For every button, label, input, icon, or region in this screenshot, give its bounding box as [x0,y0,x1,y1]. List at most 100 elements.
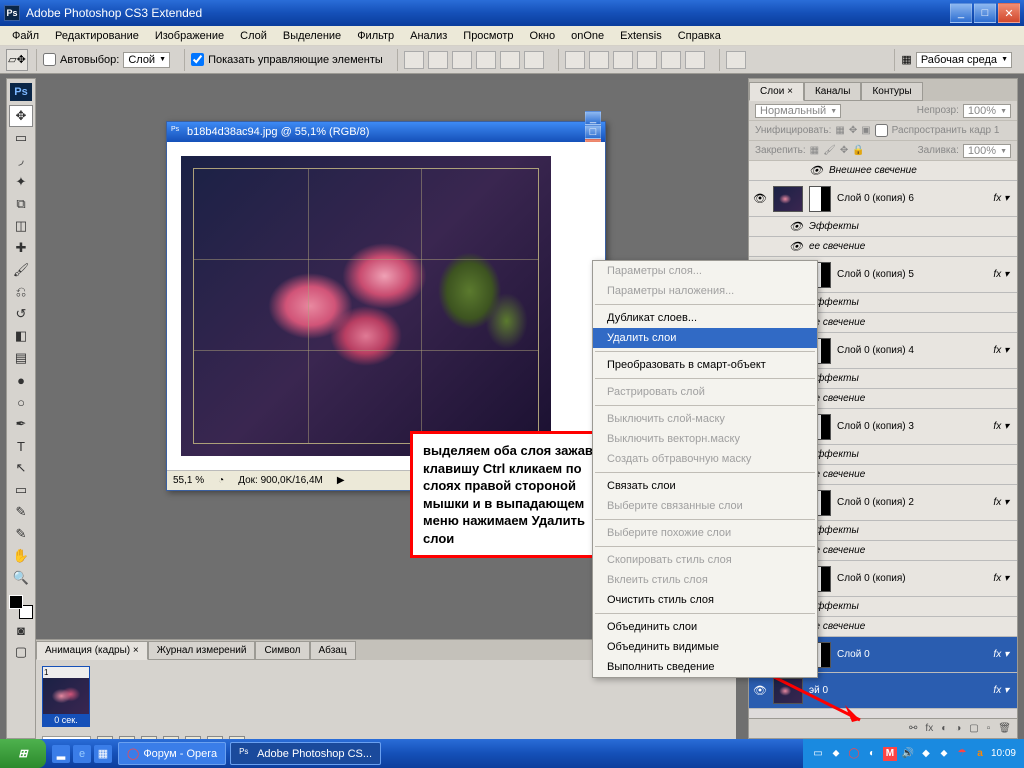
blend-mode[interactable]: Нормальный [755,104,841,118]
menu-Файл[interactable]: Файл [4,28,47,44]
adjustment-icon[interactable]: ◑ [955,723,961,734]
pen-tool[interactable]: ✒ [9,413,33,435]
history-brush-tool[interactable]: ↺ [9,303,33,325]
menu-Анализ[interactable]: Анализ [402,28,455,44]
screenmode-tool[interactable]: ▢ [9,641,33,663]
zoom-tool[interactable]: 🔍 [9,567,33,589]
tray-icon[interactable]: ⬥ [829,747,843,761]
fx-badge[interactable]: fx ▾ [993,685,1013,696]
lock-all-icon[interactable]: 🔒 [852,145,864,156]
tray-icon[interactable]: ⬥ [937,747,951,761]
align-btn[interactable] [524,51,544,69]
fx-badge[interactable]: fx ▾ [993,497,1013,508]
dist-btn[interactable] [661,51,681,69]
tray-icon[interactable]: ◆ [919,747,933,761]
tray-icon[interactable]: M [883,747,897,761]
tray-volume-icon[interactable]: 🔊 [901,747,915,761]
stamp-tool[interactable]: ⎌ [9,281,33,303]
taskbar-opera[interactable]: ◯Форум - Opera [118,742,226,765]
lock-paint-icon[interactable]: 🖌 [823,145,836,156]
opacity-value[interactable]: 100% [963,104,1011,118]
type-tool[interactable]: T [9,435,33,457]
unify-icon[interactable]: ▦ [835,125,844,136]
ql-desktop[interactable]: ▂ [52,745,70,763]
menu-Фильтр[interactable]: Фильтр [349,28,402,44]
maximize-button[interactable]: □ [974,3,996,23]
ctx-item[interactable]: Удалить слои [593,328,817,348]
lock-pixels-icon[interactable]: ▦ [810,145,819,156]
transform-bounds[interactable] [193,168,539,444]
layer-effects-header[interactable]: 👁Эффекты [749,217,1017,237]
start-button[interactable]: ⊞ [0,739,46,768]
layer-effect-row[interactable]: 👁Внешнее свечение [749,161,1017,181]
trash-icon[interactable]: 🗑 [998,723,1011,734]
layer-row[interactable]: 👁эй 0fx ▾ [749,673,1017,709]
auto-select-target[interactable]: Слой [123,52,170,68]
fx-badge[interactable]: fx ▾ [993,649,1013,660]
unify-icon[interactable]: ▣ [861,125,870,136]
move-tool[interactable]: ✥ [9,105,33,127]
anim-tab[interactable]: Абзац [310,641,356,660]
align-btn[interactable] [500,51,520,69]
layer-effect-row[interactable]: 👁ее свечение [749,237,1017,257]
group-icon[interactable]: ▢ [969,723,978,734]
menu-Справка[interactable]: Справка [670,28,729,44]
visibility-icon[interactable]: 👁 [789,240,803,253]
menu-Редактирование[interactable]: Редактирование [47,28,147,44]
dist-btn[interactable] [637,51,657,69]
fx-badge[interactable]: fx ▾ [993,345,1013,356]
auto-select-checkbox[interactable] [43,53,56,66]
fx-icon[interactable]: fx [925,723,933,734]
align-btn[interactable] [428,51,448,69]
close-button[interactable]: ✕ [998,3,1020,23]
align-btn[interactable] [476,51,496,69]
ctx-item[interactable]: Выполнить сведение [593,657,817,677]
hand-tool[interactable]: ✋ [9,545,33,567]
unify-icon[interactable]: ✥ [849,125,857,136]
menu-Слой[interactable]: Слой [232,28,275,44]
dodge-tool[interactable]: ○ [9,391,33,413]
fx-badge[interactable]: fx ▾ [993,193,1013,204]
zoom-value[interactable]: 55,1 % [173,475,204,486]
workspace-selector[interactable]: Рабочая среда [916,52,1012,68]
propagate-checkbox[interactable] [875,124,888,137]
visibility-icon[interactable]: 👁 [753,684,767,697]
tray-icon[interactable]: ☂ [955,747,969,761]
menu-Просмотр[interactable]: Просмотр [455,28,521,44]
auto-align-btn[interactable] [726,51,746,69]
fill-value[interactable]: 100% [963,144,1011,158]
align-btn[interactable] [404,51,424,69]
anim-tab[interactable]: Символ [255,641,309,660]
wand-tool[interactable]: ✦ [9,171,33,193]
panel-tab-Каналы[interactable]: Каналы [804,82,862,101]
ctx-item[interactable]: Связать слои [593,476,817,496]
tray-lang[interactable]: ▭ [811,747,825,761]
fx-badge[interactable]: fx ▾ [993,421,1013,432]
link-icon[interactable]: ⚯ [909,723,917,734]
ctx-item[interactable]: Дубликат слоев... [593,308,817,328]
color-swatches[interactable] [9,595,33,619]
brush-tool[interactable]: 🖌 [9,259,33,281]
doc-maximize[interactable]: □ [585,125,601,139]
taskbar-photoshop[interactable]: PsAdobe Photoshop CS... [230,742,381,765]
panel-tab-Контуры[interactable]: Контуры [861,82,922,101]
crop-tool[interactable]: ⧉ [9,193,33,215]
document-canvas[interactable] [167,142,605,470]
dist-btn[interactable] [565,51,585,69]
mask-icon[interactable]: ◐ [941,723,947,734]
blur-tool[interactable]: ● [9,369,33,391]
anim-tab[interactable]: Журнал измерений [148,641,256,660]
frame-delay[interactable]: 0 сек. [43,714,89,726]
gradient-tool[interactable]: ▤ [9,347,33,369]
path-tool[interactable]: ↖ [9,457,33,479]
dist-btn[interactable] [589,51,609,69]
fx-badge[interactable]: fx ▾ [993,269,1013,280]
eraser-tool[interactable]: ◧ [9,325,33,347]
slice-tool[interactable]: ◫ [9,215,33,237]
ctx-item[interactable]: Преобразовать в смарт-объект [593,355,817,375]
tray-icon[interactable]: ◐ [865,747,879,761]
clock[interactable]: 10:09 [991,748,1016,759]
anim-tab[interactable]: Анимация (кадры) × [36,641,148,660]
animation-frame-1[interactable]: 1 0 сек. [42,666,90,727]
doc-minimize[interactable]: _ [585,111,601,125]
